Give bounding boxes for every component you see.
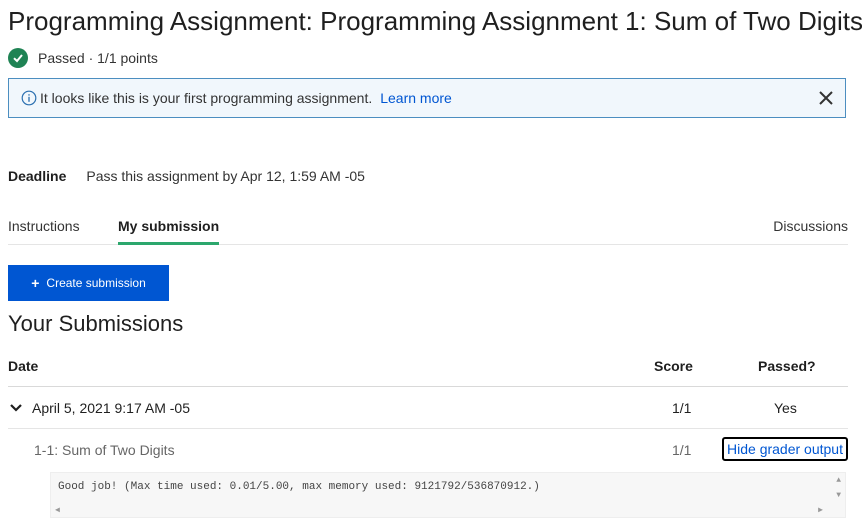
check-circle-icon [8,48,28,68]
info-icon [21,90,37,106]
deadline-label: Deadline [8,168,67,184]
create-submission-button[interactable]: + Create submission [8,265,169,301]
column-score: Score [654,358,693,374]
assignment-tabs: Instructions My submission Discussions [8,214,848,245]
create-submission-label: Create submission [46,276,146,290]
submissions-heading: Your Submissions [8,311,184,336]
table-subrow: 1-1: Sum of Two Digits 1/1 Hide grader o… [8,429,848,471]
scroll-right-arrow[interactable]: ▶ [818,505,823,515]
table-row[interactable]: April 5, 2021 9:17 AM -05 1/1 Yes [8,387,848,429]
deadline-value: Pass this assignment by Apr 12, 1:59 AM … [86,168,365,184]
part-name: 1-1: Sum of Two Digits [34,442,175,458]
plus-icon: + [31,275,40,291]
column-passed: Passed? [758,358,816,374]
column-date: Date [8,358,39,374]
grader-output-text: Good job! (Max time used: 0.01/5.00, max… [58,481,540,493]
learn-more-link[interactable]: Learn more [380,90,452,106]
grader-output: Good job! (Max time used: 0.01/5.00, max… [50,472,846,518]
chevron-down-icon[interactable] [10,400,22,416]
scroll-down-arrow[interactable]: ▼ [836,491,841,500]
assignment-status: Passed · 1/1 points [8,48,158,68]
scroll-up-arrow[interactable]: ▲ [836,476,841,485]
page-title: Programming Assignment: Programming Assi… [8,6,862,36]
first-assignment-banner: It looks like this is your first program… [8,78,846,118]
banner-message: It looks like this is your first program… [40,90,373,106]
deadline-section: Deadline Pass this assignment by Apr 12,… [8,168,365,184]
status-text: Passed · 1/1 points [38,50,158,66]
part-score: 1/1 [672,442,692,458]
tab-my-submission[interactable]: My submission [118,218,220,245]
scroll-left-arrow[interactable]: ◀ [55,505,60,515]
close-icon[interactable] [817,89,835,110]
submission-score: 1/1 [672,400,692,416]
tab-instructions[interactable]: Instructions [8,218,80,234]
hide-grader-output-button[interactable]: Hide grader output [722,437,848,461]
submission-date: April 5, 2021 9:17 AM -05 [32,400,190,416]
submission-passed: Yes [774,400,797,416]
tab-discussions[interactable]: Discussions [773,218,848,234]
table-header: Date Score Passed? [8,346,848,387]
